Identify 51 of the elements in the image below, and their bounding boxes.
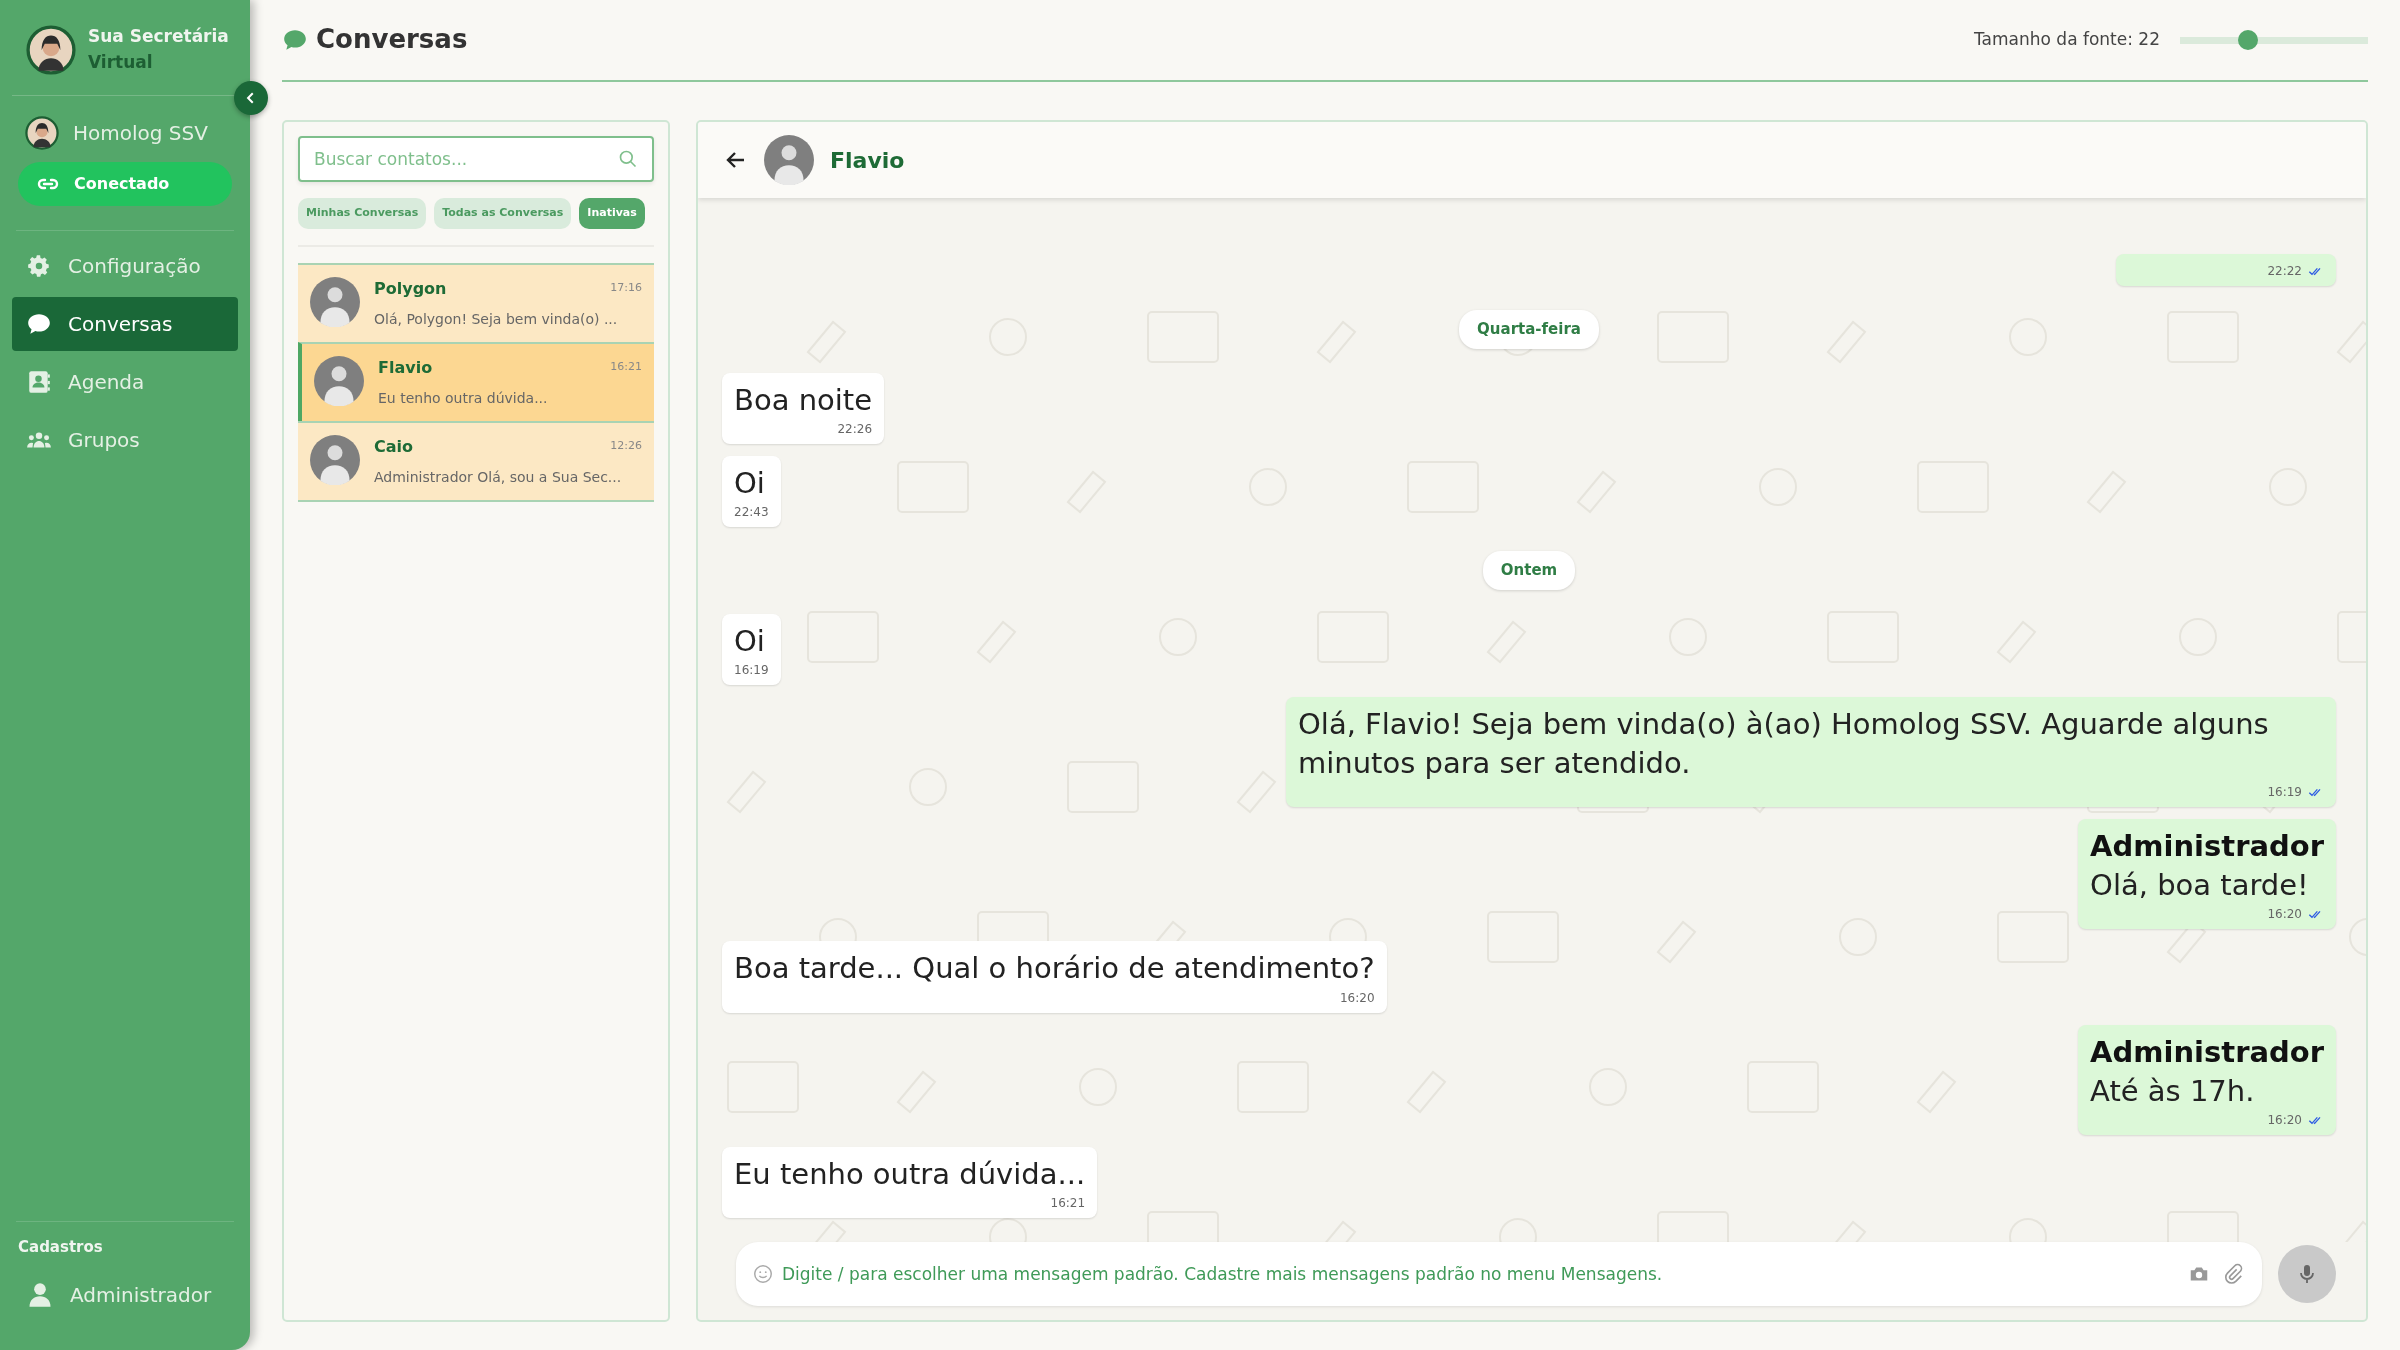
contact-item[interactable]: Polygon 17:16 Olá, Polygon! Seja bem vinda(o) ... — [298, 262, 654, 342]
message-preview: Administrador Olá, sou a Sua Sec... — [374, 467, 623, 487]
brand-title: Sua Secretária — [88, 25, 229, 48]
contact-time: 16:21 — [610, 359, 642, 376]
contact-name: Polygon — [374, 277, 447, 300]
contact-item[interactable]: Caio 12:26 Administrador Olá, sou a Sua Sec... — [298, 420, 654, 500]
message-text: Boa tarde... Qual o horário de atendimento? — [734, 950, 1375, 988]
search-field[interactable]: Buscar contatos... — [298, 136, 654, 182]
message-time: 16:19 — [734, 661, 769, 679]
page-title: Conversas — [316, 24, 468, 56]
contact-item[interactable]: Flavio 16:21 Eu tenho outra dúvida... — [298, 341, 654, 421]
connection-status[interactable]: Conectado — [18, 162, 232, 206]
message-preview: Olá, Polygon! Seja bem vinda(o) ... — [374, 309, 619, 329]
date-divider: Quarta-feira — [1459, 310, 1599, 349]
nav-item[interactable]: Agenda — [12, 355, 238, 409]
filter-tab[interactable]: Todas as Conversas — [434, 198, 572, 229]
message-text: Oi — [734, 622, 766, 660]
message-time: 16:20 — [2267, 906, 2302, 924]
message-time: 16:21 — [1050, 1195, 1086, 1212]
contact-name: Flavio — [830, 146, 905, 175]
contact-name: Caio — [374, 435, 413, 458]
message-time: 16:20 — [2267, 1111, 2302, 1129]
font-size-label: Tamanho da fonte: 22 — [1974, 28, 2160, 52]
message-text: Olá, Flavio! Seja bem vinda(o) à(ao) Homolog SSV. Aguarde alguns minutos para ser atendido. — [1298, 705, 2270, 782]
filter-tab[interactable]: Inativas — [579, 198, 645, 229]
message-text: Oi — [734, 465, 766, 503]
contact-time: 17:16 — [610, 280, 642, 297]
contact-time: 12:26 — [610, 438, 642, 455]
message-author: Administrador — [2090, 828, 2324, 866]
date-divider: Ontem — [1482, 551, 1576, 590]
message-text: Boa noite — [734, 381, 873, 419]
filter-tab[interactable]: Minhas Conversas — [298, 198, 427, 229]
message-time: 22:22 — [2267, 263, 2302, 281]
message-text: Olá, boa tarde! — [2090, 867, 2310, 905]
nav-item[interactable]: Conversas — [12, 297, 238, 351]
message-input[interactable]: Digite / para escolher uma mensagem padrão. Cadastre mais mensagens padrão no menu Mensagens. — [736, 1242, 2262, 1306]
nav-item[interactable]: Administrador — [12, 1268, 238, 1322]
brand-subtitle: Virtual — [88, 50, 154, 74]
message-text: Até às 17h. — [2090, 1072, 2256, 1110]
message-time: 22:43 — [734, 504, 769, 522]
nav-item[interactable]: Grupos — [12, 413, 238, 467]
message-time: 22:26 — [837, 421, 873, 439]
message-time: 16:19 — [2267, 784, 2302, 802]
message-author: Administrador — [2090, 1033, 2324, 1071]
message-time: 16:20 — [1339, 989, 1375, 1007]
section-label: Cadastros — [17, 1236, 104, 1258]
contact-name: Flavio — [378, 356, 433, 379]
message-text: Eu tenho outra dúvida... — [734, 1155, 1086, 1193]
account-name: Homolog SSV — [73, 120, 208, 147]
message-preview: Eu tenho outra dúvida... — [378, 388, 549, 408]
nav-item[interactable]: Configuração — [12, 239, 238, 293]
